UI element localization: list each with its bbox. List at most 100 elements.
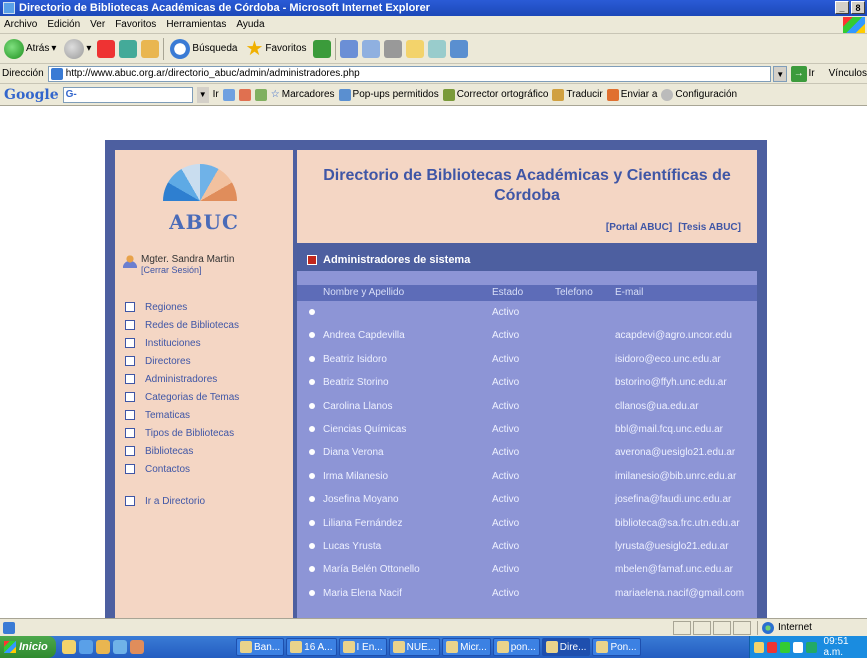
history-icon[interactable]	[339, 39, 358, 58]
cell-name[interactable]: Beatriz Isidoro	[323, 354, 387, 365]
sidebar-item-tematicas[interactable]: Tematicas	[125, 406, 239, 424]
cell-email[interactable]: biblioteca@sa.frc.utn.edu.ar	[615, 518, 740, 529]
google-logo[interactable]: Google	[4, 87, 59, 103]
table-row[interactable]: Activo	[297, 301, 757, 324]
sidebar-item-regiones[interactable]: Regiones	[125, 298, 239, 316]
popups-button[interactable]: Pop-ups permitidos	[338, 88, 439, 101]
settings-button[interactable]: Configuración	[661, 88, 737, 101]
cell-name[interactable]: María Belén Ottonello	[323, 564, 420, 575]
tray-icon[interactable]	[780, 641, 791, 653]
table-row[interactable]: Maria Elena Nacif Activo mariaelena.nacif@…	[297, 582, 757, 605]
pagerank-icon[interactable]	[238, 88, 251, 101]
logout-link[interactable]: [Cerrar Sesión]	[141, 265, 234, 275]
sidebar-item-tipos[interactable]: Tipos de Bibliotecas	[125, 424, 239, 442]
table-row[interactable]: Josefina Moyano Activo josefina@faudi.unc.…	[297, 488, 757, 511]
cell-email[interactable]: imilanesio@bib.unrc.edu.ar	[615, 471, 736, 482]
cell-name[interactable]: Diana Verona	[323, 447, 384, 458]
cell-name[interactable]: Andrea Capdevilla	[323, 330, 405, 341]
task-button[interactable]: Micr...	[442, 638, 491, 656]
cell-name[interactable]: Liliana Fernández	[323, 518, 403, 529]
chevron-down-icon[interactable]: ▾	[86, 43, 91, 54]
sidebar-item-categorias[interactable]: Categorias de Temas	[125, 388, 239, 406]
news-icon[interactable]	[254, 88, 267, 101]
task-button[interactable]: NUE...	[388, 638, 441, 656]
media-icon[interactable]	[312, 39, 331, 58]
tray-icon[interactable]	[767, 641, 778, 653]
chevron-down-icon[interactable]: ▾	[51, 43, 56, 54]
cell-name[interactable]: Beatriz Storino	[323, 377, 389, 388]
task-button[interactable]: Ban...	[236, 638, 285, 656]
column-header-name[interactable]: Nombre y Apellido	[323, 287, 404, 298]
quicklaunch-icon[interactable]	[62, 640, 76, 654]
cell-name[interactable]: Lucas Yrusta	[323, 541, 381, 552]
cell-name[interactable]: Maria Elena Nacif	[323, 588, 402, 599]
table-row[interactable]: María Belén Ottonello Activo mbelen@famaf.…	[297, 558, 757, 581]
network-icon[interactable]	[806, 641, 817, 653]
volume-icon[interactable]	[793, 641, 804, 653]
cell-email[interactable]: mariaelena.nacif@gmail.com	[615, 588, 744, 599]
menu-herramientas[interactable]: Herramientas	[166, 19, 226, 30]
task-button[interactable]: Pon...	[592, 638, 641, 656]
bookmarks-button[interactable]: ☆ Marcadores	[271, 89, 335, 100]
column-header-phone[interactable]: Telefono	[555, 287, 593, 298]
table-row[interactable]: Ciencias Químicas Activo bbl@mail.fcq.unc.…	[297, 418, 757, 441]
menu-ayuda[interactable]: Ayuda	[236, 19, 264, 30]
table-row[interactable]: Liliana Fernández Activo biblioteca@sa.frc…	[297, 512, 757, 535]
cell-name[interactable]: Josefina Moyano	[323, 494, 399, 505]
forward-button[interactable]: ▾	[62, 37, 93, 61]
sidebar-item-ir-directorio[interactable]: Ir a Directorio	[125, 492, 239, 510]
window-titlebar[interactable]: Directorio de Bibliotecas Académicas de …	[0, 0, 867, 16]
address-input[interactable]: http://www.abuc.org.ar/directorio_abuc/a…	[47, 65, 772, 82]
stop-icon[interactable]	[97, 39, 116, 58]
links-button[interactable]: Vínculos	[829, 68, 867, 79]
column-header-state[interactable]: Estado	[492, 287, 523, 298]
table-row[interactable]: Irma Milanesio Activo imilanesio@bib.unrc.…	[297, 465, 757, 488]
cell-email[interactable]: acapdevi@agro.uncor.edu	[615, 330, 732, 341]
folder-icon[interactable]	[405, 39, 424, 58]
sidebar-item-instituciones[interactable]: Instituciones	[125, 334, 239, 352]
task-button-active[interactable]: Dire...	[541, 638, 591, 656]
minimize-button[interactable]: _	[835, 1, 849, 14]
google-tools-icon[interactable]	[222, 88, 235, 101]
column-header-email[interactable]: E-mail	[615, 287, 643, 298]
cell-name[interactable]: Irma Milanesio	[323, 471, 388, 482]
spellcheck-button[interactable]: Corrector ortográfico	[442, 88, 548, 101]
cell-email[interactable]: isidoro@eco.unc.edu.ar	[615, 354, 721, 365]
sidebar-item-contactos[interactable]: Contactos	[125, 460, 239, 478]
address-url[interactable]: http://www.abuc.org.ar/directorio_abuc/a…	[66, 68, 360, 79]
menu-edicion[interactable]: Edición	[47, 19, 80, 30]
cell-email[interactable]: cllanos@ua.edu.ar	[615, 401, 699, 412]
google-go-button[interactable]: Ir	[213, 89, 219, 100]
sidebar-item-directores[interactable]: Directores	[125, 352, 239, 370]
cell-email[interactable]: bstorino@ffyh.unc.edu.ar	[615, 377, 727, 388]
cell-email[interactable]: lyrusta@uesiglo21.edu.ar	[615, 541, 729, 552]
cell-email[interactable]: mbelen@famaf.unc.edu.ar	[615, 564, 733, 575]
translate-button[interactable]: Traducir	[552, 88, 603, 101]
quicklaunch-icon[interactable]	[130, 640, 144, 654]
msn-butterfly-icon[interactable]	[449, 39, 468, 58]
site-logo-text[interactable]: ABUC	[115, 210, 293, 234]
messenger-icon[interactable]	[427, 39, 446, 58]
cell-name[interactable]: Carolina Llanos	[323, 401, 393, 412]
refresh-icon[interactable]	[119, 39, 138, 58]
table-row[interactable]: Diana Verona Activo averona@uesiglo21.edu.…	[297, 441, 757, 464]
cell-email[interactable]: bbl@mail.fcq.unc.edu.ar	[615, 424, 723, 435]
tray-icon[interactable]	[754, 641, 765, 653]
maximize-button[interactable]: 8	[851, 1, 865, 14]
google-search-dropdown[interactable]: ▼	[196, 86, 209, 103]
back-button[interactable]: Atrás ▾	[2, 37, 58, 61]
menu-favoritos[interactable]: Favoritos	[115, 19, 156, 30]
tesis-abuc-link[interactable]: [Tesis ABUC]	[678, 222, 741, 233]
quicklaunch-icon[interactable]	[79, 640, 93, 654]
portal-abuc-link[interactable]: [Portal ABUC]	[606, 222, 672, 233]
quicklaunch-icon[interactable]	[113, 640, 127, 654]
go-arrow-icon[interactable]: →	[791, 65, 807, 82]
menu-archivo[interactable]: Archivo	[4, 19, 37, 30]
home-icon[interactable]	[141, 39, 160, 58]
sidebar-item-administradores[interactable]: Administradores	[125, 370, 239, 388]
table-row[interactable]: Lucas Yrusta Activo lyrusta@uesiglo21.edu.…	[297, 535, 757, 558]
table-row[interactable]: Andrea Capdevilla Activo acapdevi@agro.unc…	[297, 324, 757, 347]
go-button[interactable]: Ir	[809, 68, 815, 79]
start-button[interactable]: Inicio	[0, 636, 56, 658]
favorites-button[interactable]: ★ Favoritos	[243, 37, 308, 61]
